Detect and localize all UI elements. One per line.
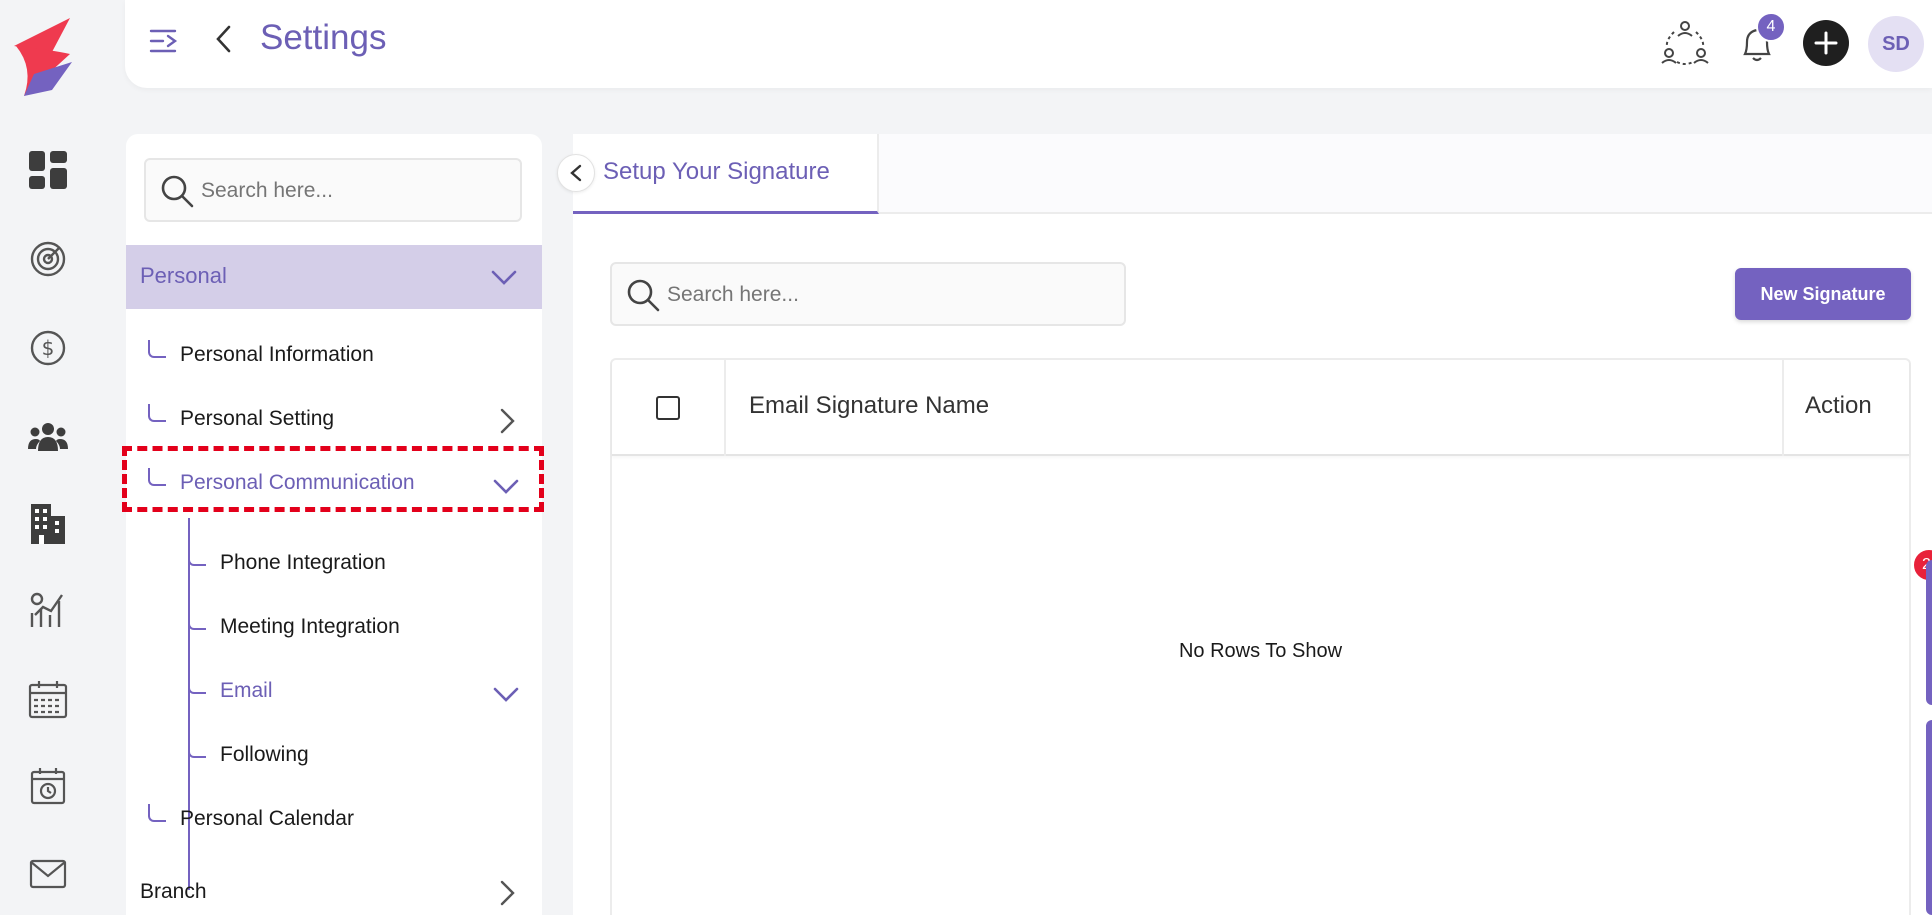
- tab-bar: Setup Your Signature: [557, 134, 1932, 214]
- alarm-clock-icon[interactable]: [26, 764, 70, 808]
- chevron-down-icon: [490, 263, 518, 296]
- chevron-right-icon[interactable]: [496, 878, 518, 913]
- tree-connector: [148, 340, 166, 358]
- signature-table: Email Signature Name Action No Rows To S…: [610, 358, 1911, 915]
- building-icon[interactable]: [26, 502, 70, 546]
- plus-icon: [1814, 31, 1838, 55]
- floating-side-tab[interactable]: [1926, 560, 1932, 705]
- column-divider: [1782, 360, 1784, 456]
- search-icon: [160, 174, 194, 213]
- back-arrow-icon[interactable]: [209, 24, 239, 54]
- nav-group-personal[interactable]: Personal: [126, 245, 542, 309]
- menu-toggle-icon[interactable]: [149, 26, 179, 56]
- empty-table-message: No Rows To Show: [1178, 640, 1343, 662]
- tab-label: Setup Your Signature: [603, 158, 830, 185]
- nav-item-phone-integration[interactable]: Phone Integration: [220, 551, 386, 575]
- chevron-down-icon[interactable]: [492, 472, 520, 505]
- main-content: Setup Your Signature New Signature Email…: [557, 134, 1932, 915]
- floating-side-tab[interactable]: [1926, 720, 1932, 915]
- target-icon[interactable]: [26, 237, 70, 281]
- chevron-down-icon[interactable]: [492, 680, 520, 713]
- chevron-right-icon[interactable]: [496, 406, 518, 441]
- tree-connector: [188, 612, 206, 630]
- user-avatar[interactable]: SD: [1868, 16, 1924, 72]
- app-logo[interactable]: [12, 14, 74, 101]
- settings-nav-panel: Personal Personal Information Personal S…: [126, 134, 542, 915]
- calendar-icon[interactable]: [26, 677, 70, 721]
- nav-group-branch[interactable]: Branch: [140, 880, 207, 904]
- top-header: Settings 4 SD: [125, 0, 1932, 88]
- tree-connector: [188, 740, 206, 758]
- tree-connector: [148, 804, 166, 822]
- tab-setup-signature[interactable]: Setup Your Signature: [573, 134, 879, 214]
- nav-item-email[interactable]: Email: [220, 679, 273, 703]
- svg-text:$: $: [42, 336, 55, 360]
- nav-item-personal-communication[interactable]: Personal Communication: [180, 471, 415, 495]
- nav-item-meeting-integration[interactable]: Meeting Integration: [220, 615, 400, 639]
- nav-group-personal-label: Personal: [140, 263, 227, 288]
- people-icon[interactable]: [26, 415, 70, 459]
- settings-search-input[interactable]: [201, 174, 501, 208]
- chevron-left-icon: [570, 164, 582, 182]
- table-header: Email Signature Name Action: [612, 360, 1909, 456]
- tree-vertical-line: [188, 518, 190, 890]
- signature-search-input[interactable]: [667, 278, 1107, 312]
- select-all-cell: [612, 360, 726, 456]
- tree-connector: [148, 404, 166, 422]
- tree-connector: [148, 468, 166, 486]
- nav-item-personal-setting[interactable]: Personal Setting: [180, 407, 334, 431]
- tree-connector: [188, 548, 206, 566]
- left-rail: $: [0, 0, 100, 915]
- tree-connector: [188, 676, 206, 694]
- settings-search-box: [144, 158, 522, 222]
- nav-item-personal-calendar[interactable]: Personal Calendar: [180, 807, 354, 831]
- nav-item-personal-information[interactable]: Personal Information: [180, 343, 374, 367]
- dollar-icon[interactable]: $: [26, 326, 70, 370]
- add-button[interactable]: [1803, 20, 1849, 66]
- page-title: Settings: [260, 18, 387, 57]
- nav-item-following[interactable]: Following: [220, 743, 309, 767]
- select-all-checkbox[interactable]: [656, 396, 680, 420]
- mail-icon[interactable]: [26, 852, 70, 896]
- collapse-panel-button[interactable]: [557, 154, 595, 192]
- notification-count-badge: 4: [1756, 12, 1786, 42]
- dashboard-icon[interactable]: [26, 148, 70, 192]
- analytics-icon[interactable]: [26, 588, 70, 632]
- search-icon: [626, 278, 660, 317]
- column-header-action[interactable]: Action: [1805, 392, 1872, 420]
- column-header-name[interactable]: Email Signature Name: [749, 392, 989, 420]
- team-network-icon[interactable]: [1660, 18, 1710, 68]
- signature-search-box: [610, 262, 1126, 326]
- new-signature-button[interactable]: New Signature: [1735, 268, 1911, 320]
